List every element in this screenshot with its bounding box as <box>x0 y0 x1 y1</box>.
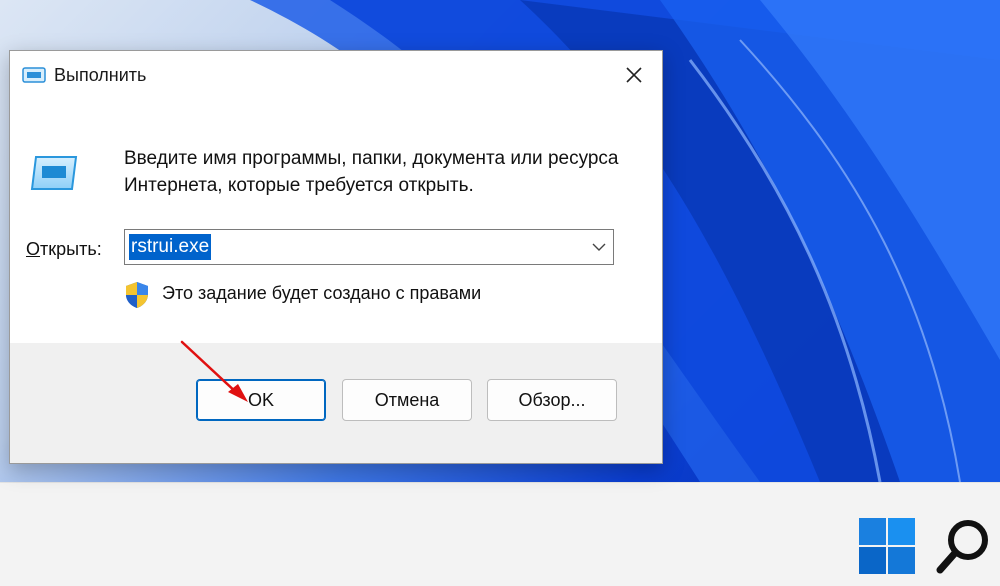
open-label: Открыть: <box>26 239 102 260</box>
taskbar <box>0 482 1000 586</box>
run-icon <box>22 67 46 83</box>
dialog-body: Введите имя программы, папки, документа … <box>10 97 662 343</box>
command-combobox[interactable]: rstrui.exe <box>124 229 614 265</box>
run-dialog: Выполнить Введите имя программы, папки, … <box>9 50 663 464</box>
run-icon <box>30 156 78 190</box>
chevron-down-icon[interactable] <box>591 240 607 254</box>
dialog-description: Введите имя программы, папки, документа … <box>124 148 619 196</box>
close-icon <box>626 67 642 83</box>
cancel-button[interactable]: Отмена <box>342 379 472 421</box>
dialog-footer: OK Отмена Обзор... <box>10 343 662 463</box>
dialog-title: Выполнить <box>54 65 147 85</box>
dialog-titlebar[interactable]: Выполнить <box>10 51 662 97</box>
windows-logo-icon[interactable] <box>857 516 917 576</box>
search-icon[interactable] <box>934 516 994 576</box>
open-label-accelerator: О <box>26 239 41 259</box>
admin-notice: Это задание будет создано с правами <box>162 283 482 303</box>
close-button[interactable] <box>616 59 652 91</box>
browse-button[interactable]: Обзор... <box>487 379 617 421</box>
command-input[interactable]: rstrui.exe <box>129 234 212 260</box>
uac-shield-icon <box>126 282 148 308</box>
open-label-text: ткрыть: <box>40 239 102 259</box>
ok-button[interactable]: OK <box>196 379 326 421</box>
